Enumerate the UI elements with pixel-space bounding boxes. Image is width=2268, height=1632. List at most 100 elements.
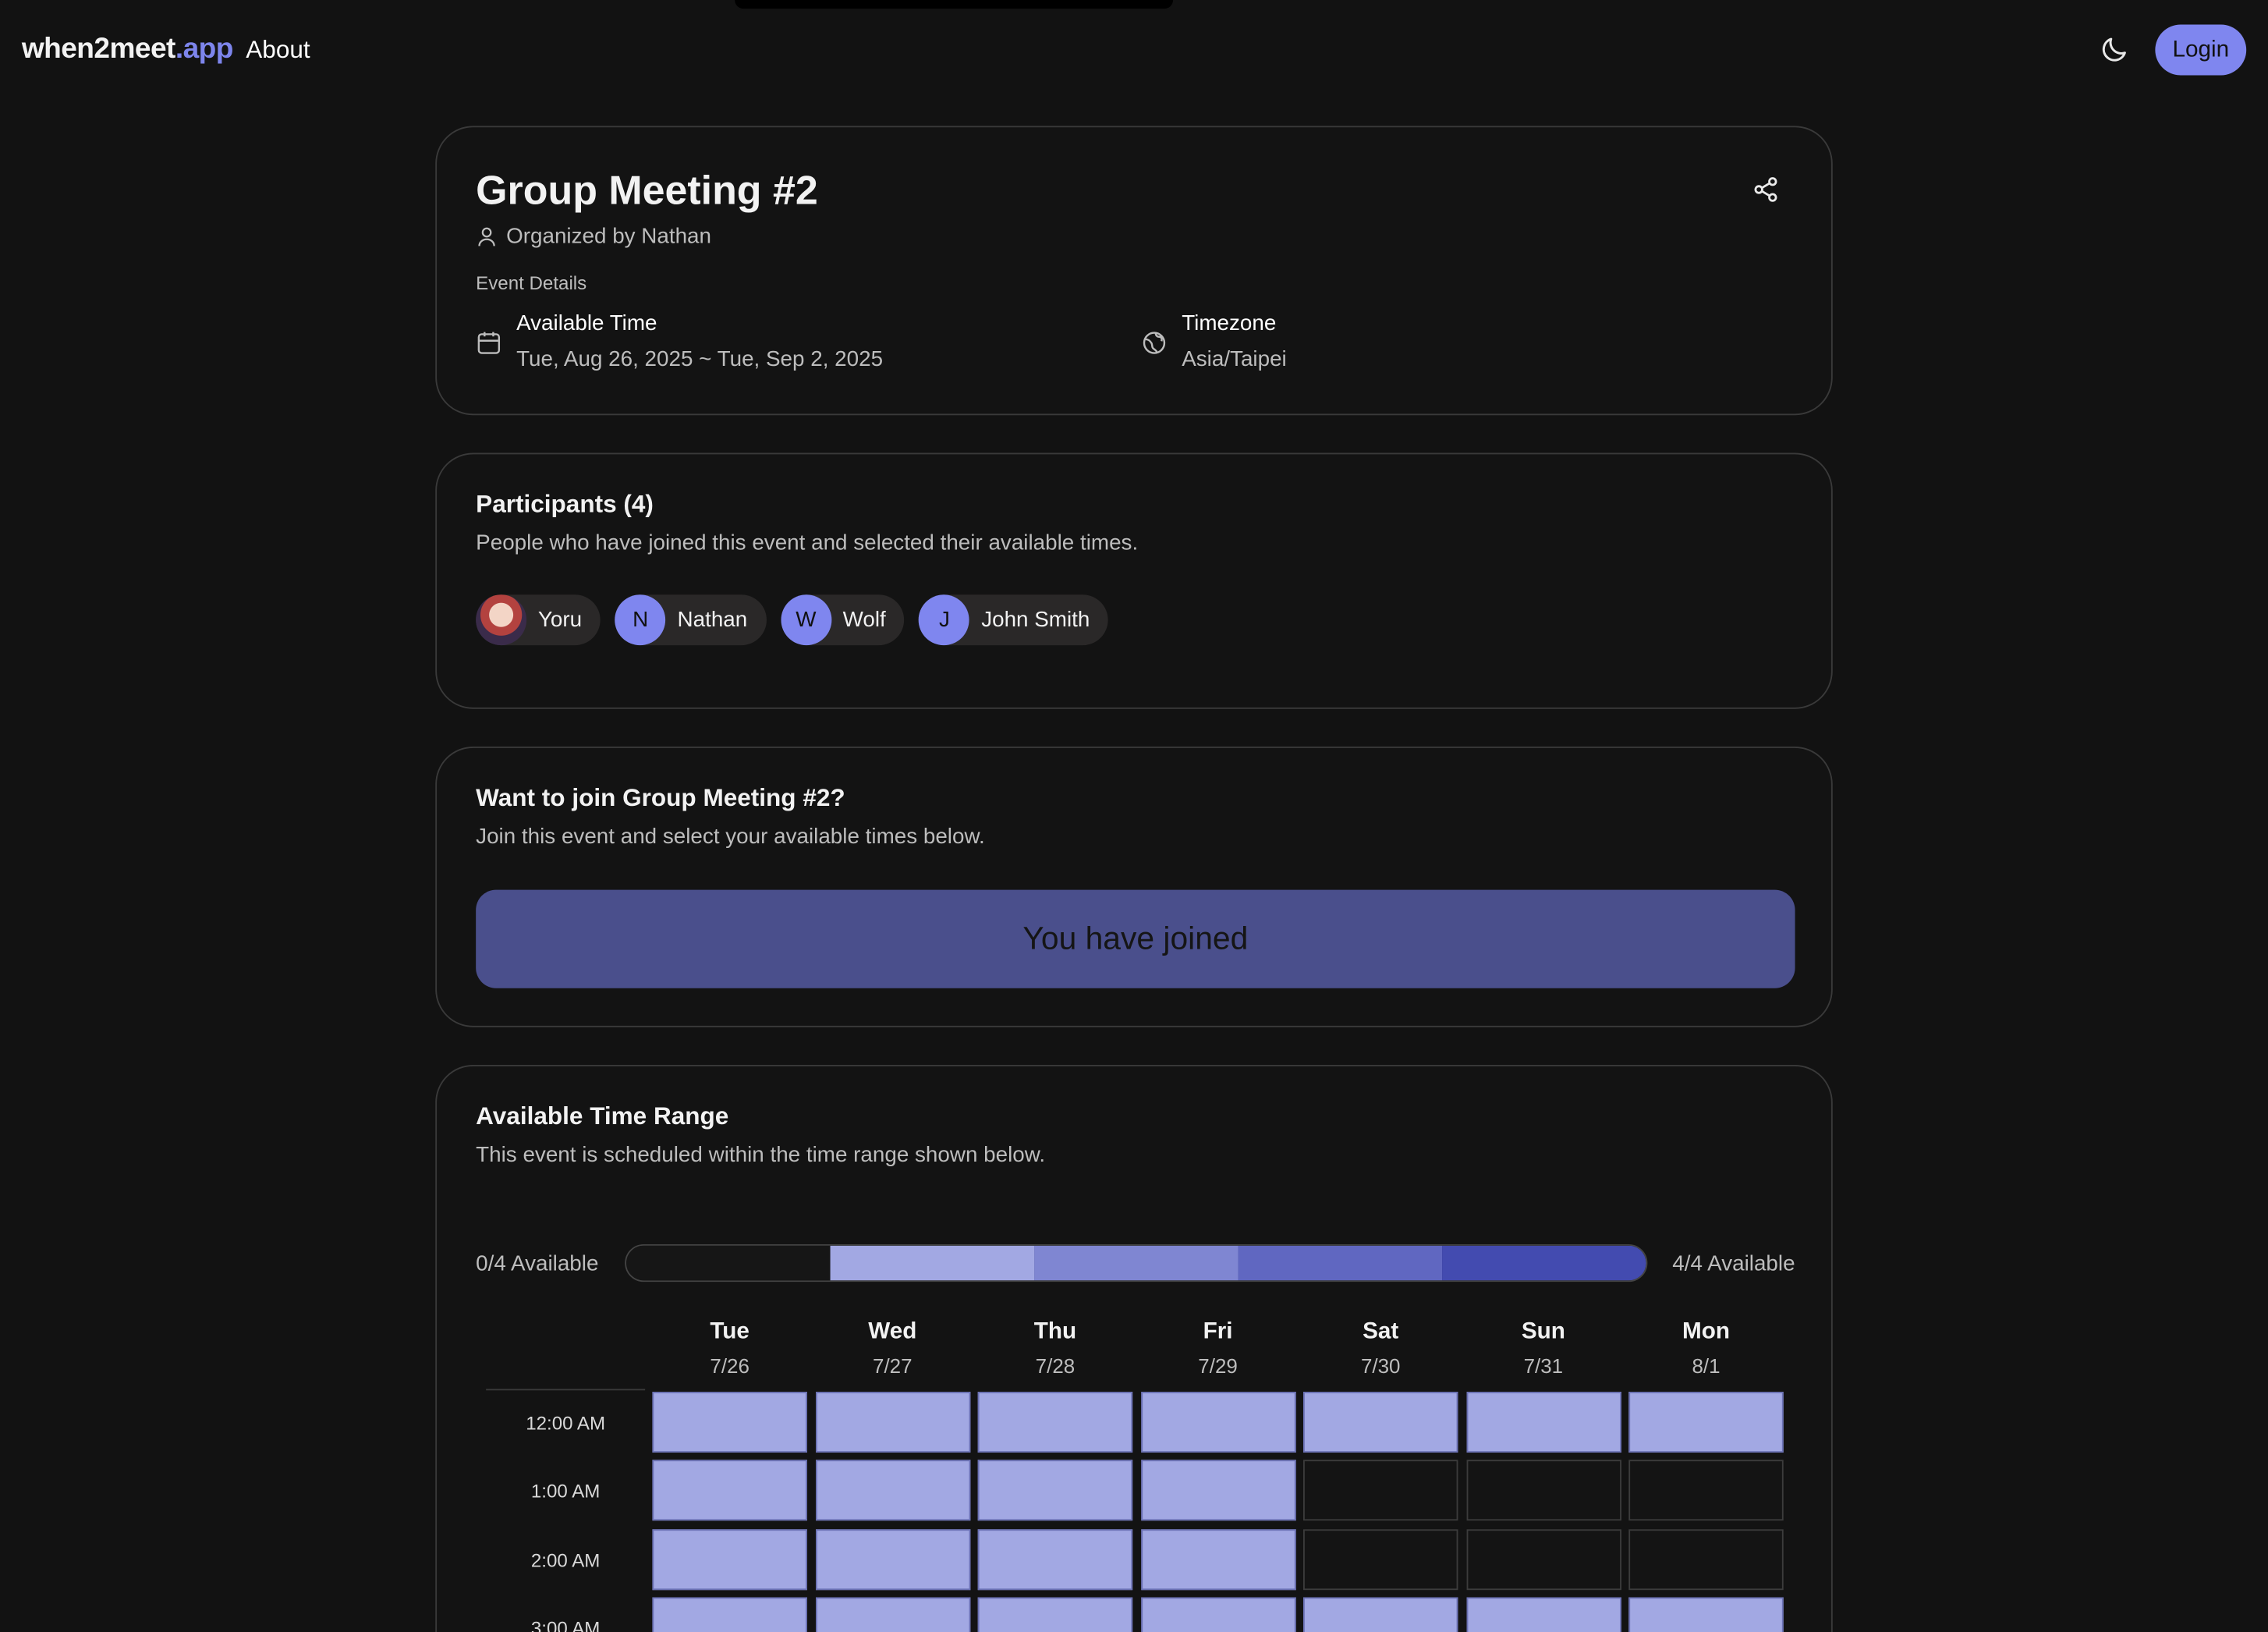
participant-list: Yoru N Nathan W Wolf J John Smith: [476, 594, 1109, 646]
day-date: 7/26: [710, 1353, 750, 1378]
brand-logo[interactable]: when2meet.app: [21, 33, 234, 67]
day-name: Sat: [1363, 1319, 1399, 1344]
user-icon: [478, 227, 495, 247]
day-name: Mon: [1682, 1319, 1730, 1344]
available-time-block: Available Time Tue, Aug 26, 2025 ~ Tue, …: [476, 311, 883, 372]
legend-max-label: 4/4 Available: [1672, 1251, 1795, 1276]
organizer-line: Organized by Nathan: [476, 224, 711, 249]
time-slot-cell[interactable]: [1628, 1597, 1784, 1632]
legend-min-label: 0/4 Available: [476, 1251, 599, 1276]
day-date: 7/30: [1360, 1353, 1401, 1378]
participants-title: Participants (4): [476, 490, 654, 518]
time-slot-cell[interactable]: [652, 1528, 807, 1590]
time-label: 1:00 AM: [530, 1480, 601, 1503]
join-subtitle: Join this event and select your availabl…: [476, 825, 985, 850]
participant-chip[interactable]: J John Smith: [919, 594, 1109, 646]
time-slot-cell[interactable]: [1302, 1460, 1458, 1521]
time-slot-cell[interactable]: [1140, 1392, 1295, 1453]
day-date: 8/1: [1692, 1353, 1720, 1378]
event-details-label: Event Details: [476, 271, 587, 294]
brand-name: when2meet: [21, 33, 176, 66]
legend-segment: [1442, 1245, 1646, 1281]
legend-segment: [1034, 1245, 1239, 1281]
day-name: Sun: [1521, 1319, 1565, 1344]
brand-suffix: .app: [175, 33, 234, 66]
time-column-divider: [486, 1389, 646, 1391]
day-name: Fri: [1203, 1319, 1233, 1344]
availability-title: Available Time Range: [476, 1102, 729, 1130]
join-card: Want to join Group Meeting #2? Join this…: [435, 746, 1833, 1027]
time-slot-cell[interactable]: [815, 1597, 970, 1632]
participant-chip[interactable]: Yoru: [476, 594, 601, 646]
time-slot-cell[interactable]: [1302, 1528, 1458, 1590]
time-slot-cell[interactable]: [1628, 1528, 1784, 1590]
time-slot-cell[interactable]: [1628, 1392, 1784, 1453]
day-header: Wed 7/27: [815, 1319, 969, 1377]
time-label: 12:00 AM: [526, 1412, 606, 1434]
login-button[interactable]: Login: [2155, 24, 2247, 76]
timezone-label: Timezone: [1182, 310, 1277, 336]
avatar: W: [780, 594, 831, 646]
day-date: 7/27: [873, 1353, 913, 1378]
time-slot-cell[interactable]: [977, 1528, 1133, 1590]
legend-segment: [1238, 1245, 1443, 1281]
day-date: 7/29: [1198, 1353, 1238, 1378]
time-slot-cell[interactable]: [815, 1392, 970, 1453]
legend-gradient-bar: [625, 1244, 1648, 1283]
participant-name: Nathan: [677, 607, 748, 633]
share-icon: [1754, 177, 1777, 202]
time-slot-cell[interactable]: [815, 1528, 970, 1590]
time-slot-cell[interactable]: [1140, 1528, 1295, 1590]
time-slot-cell[interactable]: [1140, 1460, 1295, 1521]
timezone-value: Asia/Taipei: [1182, 347, 1287, 372]
availability-subtitle: This event is scheduled within the time …: [476, 1143, 1046, 1168]
time-slot-cell[interactable]: [1140, 1597, 1295, 1632]
time-slot-cell[interactable]: [652, 1392, 807, 1453]
time-slot-cell[interactable]: [1465, 1597, 1621, 1632]
day-header: Sun 7/31: [1466, 1319, 1621, 1377]
moon-icon: [2102, 37, 2126, 62]
time-slot-cell[interactable]: [977, 1597, 1133, 1632]
avatar: [476, 594, 527, 646]
theme-toggle-button[interactable]: [2097, 32, 2132, 67]
time-slot-cell[interactable]: [1302, 1392, 1458, 1453]
time-label: 3:00 AM: [530, 1617, 601, 1632]
avatar: J: [919, 594, 970, 646]
time-slot-cell[interactable]: [652, 1460, 807, 1521]
participants-card: Participants (4) People who have joined …: [435, 452, 1833, 709]
day-date: 7/31: [1523, 1353, 1564, 1378]
time-slot-cell[interactable]: [815, 1460, 970, 1521]
day-name: Wed: [868, 1319, 917, 1344]
day-header: Sat 7/30: [1303, 1319, 1458, 1377]
day-header: Mon 8/1: [1628, 1319, 1783, 1377]
time-slot-cell[interactable]: [1465, 1392, 1621, 1453]
participant-name: Yoru: [537, 607, 583, 633]
top-navbar: when2meet.app About Login: [0, 0, 2268, 98]
participant-chip[interactable]: W Wolf: [780, 594, 905, 646]
time-slot-cell[interactable]: [652, 1597, 807, 1632]
participant-chip[interactable]: N Nathan: [615, 594, 767, 646]
day-name: Tue: [710, 1319, 750, 1344]
time-slot-cell[interactable]: [977, 1392, 1133, 1453]
day-name: Thu: [1033, 1319, 1077, 1344]
time-slot-cell[interactable]: [1465, 1528, 1621, 1590]
time-slot-cell[interactable]: [1628, 1460, 1784, 1521]
participant-name: John Smith: [981, 607, 1090, 633]
join-title: Want to join Group Meeting #2?: [476, 784, 845, 812]
share-button[interactable]: [1752, 175, 1781, 204]
joined-button[interactable]: You have joined: [476, 889, 1795, 988]
availability-legend: 0/4 Available 4/4 Available: [476, 1244, 1795, 1283]
day-header: Tue 7/26: [652, 1319, 806, 1377]
availability-card: Available Time Range This event is sched…: [435, 1064, 1833, 1632]
time-slot-cell[interactable]: [1465, 1460, 1621, 1521]
available-time-value: Tue, Aug 26, 2025 ~ Tue, Sep 2, 2025: [516, 347, 884, 372]
participants-subtitle: People who have joined this event and se…: [476, 530, 1139, 556]
organizer-text: Organized by Nathan: [506, 224, 712, 249]
time-slot-cell[interactable]: [1302, 1597, 1458, 1632]
time-label: 2:00 AM: [530, 1549, 601, 1571]
day-date: 7/28: [1035, 1353, 1076, 1378]
calendar-icon: [477, 332, 501, 354]
time-slot-cell[interactable]: [977, 1460, 1133, 1521]
globe-icon: [1143, 332, 1166, 354]
nav-about-link[interactable]: About: [246, 36, 310, 65]
